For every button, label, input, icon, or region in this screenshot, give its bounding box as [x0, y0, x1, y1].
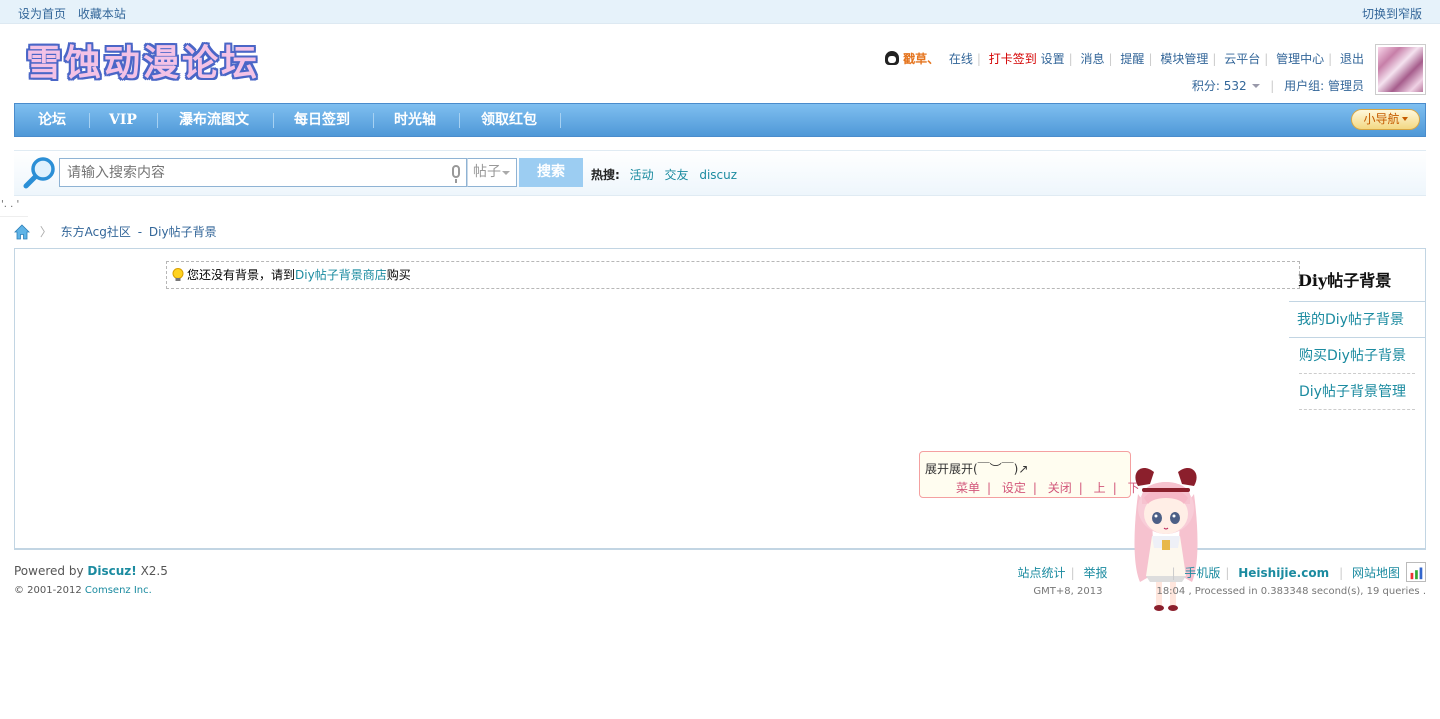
nav-item-red-packet[interactable]: 领取红包	[473, 104, 545, 136]
set-home-link[interactable]: 设为首页	[18, 7, 66, 21]
search-bar: 帖子 搜索 热搜: 活动 交友 discuz	[14, 150, 1426, 196]
admin-center-link[interactable]: 管理中心	[1276, 52, 1324, 66]
search-type-select[interactable]: 帖子	[467, 158, 517, 187]
breadcrumb-site[interactable]: 东方Acg社区	[61, 225, 131, 239]
search-type-value: 帖子	[473, 164, 501, 180]
avatar[interactable]	[1375, 44, 1426, 95]
pet-close-item[interactable]: 关闭	[1048, 481, 1072, 495]
points-dropdown[interactable]: 积分: 532	[1192, 79, 1261, 93]
nav-divider	[459, 113, 460, 128]
main-nav: 论坛 VIP 瀑布流图文 每日签到 时光轴 领取红包 小导航	[14, 103, 1426, 137]
copyright-years: © 2001-2012	[14, 585, 82, 596]
messages-link[interactable]: 消息	[1081, 52, 1105, 66]
search-input[interactable]	[60, 159, 440, 186]
mini-nav-label: 小导航	[1363, 112, 1400, 126]
no-background-notice: 您还没有背景，请到Diy帖子背景商店购买	[166, 261, 1300, 289]
pet-message: 展开展开(￣︶￣)↗	[925, 462, 1029, 476]
bookmark-link[interactable]: 收藏本站	[78, 7, 126, 21]
site-logo[interactable]: 雪蚀动漫论坛	[26, 34, 260, 86]
site-stats-link[interactable]: 站点统计	[1018, 566, 1066, 580]
nav-item-vip[interactable]: VIP	[103, 104, 143, 136]
time-prefix: GMT+8, 2013	[1033, 586, 1103, 597]
mini-nav-button[interactable]: 小导航	[1351, 109, 1420, 130]
processing-info: GMT+8, 2013 18:04 , Processed in 0.383348…	[1033, 586, 1426, 597]
avatar-image	[1378, 47, 1423, 92]
nav-divider	[373, 113, 374, 128]
reminders-link[interactable]: 提醒	[1120, 52, 1144, 66]
stray-text: '. . '	[1, 199, 20, 210]
user-stats: 积分: 532 | 用户组: 管理员	[1191, 79, 1364, 93]
stats-counter-icon[interactable]	[1406, 562, 1426, 582]
sidebar-item-my-backgrounds[interactable]: 我的Diy帖子背景	[1289, 302, 1425, 338]
hot-search: 热搜: 活动 交友 discuz	[591, 166, 744, 183]
qq-penguin-icon	[885, 51, 900, 65]
sidebar-title: Diy帖子背景	[1289, 261, 1426, 302]
top-bar: 设为首页 收藏本站 切换到窄版	[0, 0, 1440, 24]
stray-divider	[0, 216, 28, 217]
switch-width-link[interactable]: 切换到窄版	[1362, 5, 1422, 22]
settings-link[interactable]: 设置	[1041, 52, 1065, 66]
pet-menu-item[interactable]: 菜单	[956, 481, 980, 495]
module-manage-link[interactable]: 模块管理	[1160, 52, 1208, 66]
nav-item-waterfall[interactable]: 瀑布流图文	[171, 104, 257, 136]
main-content: 您还没有背景，请到Diy帖子背景商店购买 Diy帖子背景 我的Diy帖子背景 购…	[14, 248, 1426, 550]
chevron-down-icon	[502, 171, 510, 175]
online-status[interactable]: 在线	[949, 52, 973, 66]
search-box	[59, 158, 467, 187]
points-label: 积分: 532	[1191, 79, 1247, 93]
breadcrumb-page[interactable]: Diy帖子背景	[149, 225, 217, 239]
nav-divider	[273, 113, 274, 128]
nav-divider	[89, 113, 90, 128]
powered-label: Powered by	[14, 564, 84, 578]
hot-term-activity[interactable]: 活动	[630, 168, 654, 182]
search-icon	[23, 157, 55, 189]
chevron-down-icon	[1401, 117, 1408, 121]
nav-item-daily-signin[interactable]: 每日签到	[287, 104, 357, 136]
signin-link[interactable]: 打卡签到	[989, 52, 1037, 66]
hot-term-discuz[interactable]: discuz	[699, 168, 737, 182]
cloud-platform-link[interactable]: 云平台	[1224, 52, 1260, 66]
nav-item-forum[interactable]: 论坛	[30, 104, 74, 136]
shop-link[interactable]: Diy帖子背景商店	[295, 268, 387, 282]
hot-search-label: 热搜:	[591, 168, 620, 182]
nav-item-timeline[interactable]: 时光轴	[387, 104, 443, 136]
breadcrumb: 〉 东方Acg社区 - Diy帖子背景	[14, 223, 217, 240]
breadcrumb-sep: -	[137, 225, 143, 239]
nav-divider	[560, 113, 561, 128]
domain-link[interactable]: Heishijie.com	[1238, 566, 1329, 580]
report-link[interactable]: 举报	[1083, 566, 1107, 580]
usergroup-link[interactable]: 用户组: 管理员	[1284, 79, 1364, 93]
pet-settings-item[interactable]: 设定	[1002, 481, 1026, 495]
sitemap-link[interactable]: 网站地图	[1352, 566, 1400, 580]
pet-up-item[interactable]: 上	[1094, 481, 1106, 495]
logout-link[interactable]: 退出	[1340, 52, 1364, 66]
mobile-link[interactable]: 手机版	[1184, 566, 1220, 580]
pet-speech-bubble: 展开展开(￣︶￣)↗ 菜单 | 设定 | 关闭 | 上 | 下	[919, 451, 1140, 498]
sidebar: Diy帖子背景 我的Diy帖子背景 购买Diy帖子背景 Diy帖子背景管理	[1289, 261, 1426, 410]
sidebar-item-manage-backgrounds[interactable]: Diy帖子背景管理	[1299, 374, 1415, 410]
notice-suffix: 购买	[386, 268, 411, 282]
time-suffix: 18:04 , Processed in 0.383348 second(s),…	[1156, 586, 1426, 597]
top-links: 设为首页 收藏本站	[18, 5, 134, 22]
footer-links: 站点统计 | 举报 | 手机版 | Heishijie.com | 网站地图	[1017, 566, 1400, 580]
search-button[interactable]: 搜索	[519, 158, 583, 187]
nav-divider	[157, 113, 158, 128]
copyright: © 2001-2012 Comsenz Inc.	[14, 585, 152, 596]
discuz-link[interactable]: Discuz!	[87, 564, 136, 578]
pet-menu: 菜单 | 设定 | 关闭 | 上 | 下	[956, 481, 1140, 495]
chevron-down-icon	[1252, 84, 1261, 88]
sidebar-item-buy-backgrounds[interactable]: 购买Diy帖子背景	[1299, 338, 1415, 374]
notice-prefix: 您还没有背景，请到	[187, 268, 296, 282]
home-icon[interactable]	[14, 224, 30, 240]
username-link[interactable]: 戳草、	[903, 52, 939, 66]
version-label: X2.5	[140, 564, 168, 578]
breadcrumb-arrow-icon: 〉	[39, 225, 52, 239]
powered-by: Powered by Discuz! X2.5	[14, 564, 168, 578]
hot-term-friends[interactable]: 交友	[664, 168, 688, 182]
lightbulb-icon	[172, 268, 184, 281]
user-info-bar: 戳草、 在线 | 打卡签到 设置 | 消息 | 提醒 | 模块管理 | 云平台 | 管理中心…	[885, 50, 1364, 67]
comsenz-link[interactable]: Comsenz Inc.	[85, 585, 152, 596]
microphone-icon[interactable]	[452, 165, 460, 183]
